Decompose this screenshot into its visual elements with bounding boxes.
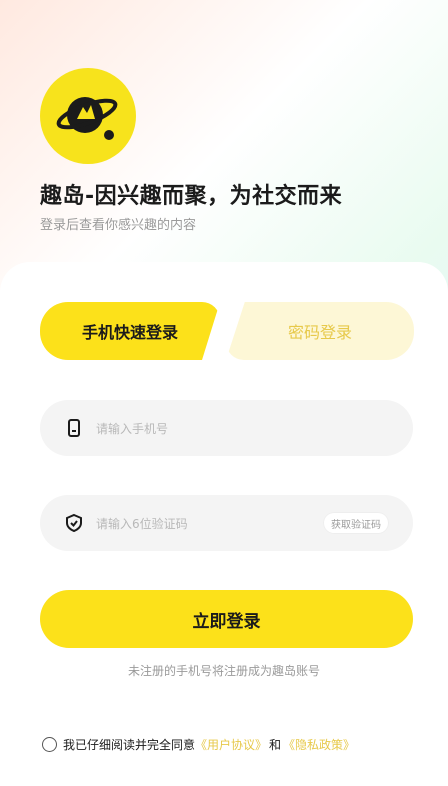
app-logo [40, 68, 136, 164]
phone-icon [68, 419, 80, 437]
planet-logo-icon [56, 97, 118, 140]
code-input[interactable] [94, 495, 338, 553]
slogan-subtitle: 登录后查看你感兴趣的内容 [40, 218, 197, 233]
phone-field [40, 400, 413, 458]
tab-password-login[interactable]: 密码登录 [226, 302, 414, 360]
code-field: 获取验证码 [40, 495, 413, 553]
tab-phone-login[interactable]: 手机快速登录 [40, 302, 220, 360]
register-hint: 未注册的手机号将注册成为趣岛账号 [127, 664, 320, 678]
get-code-button[interactable]: 获取验证码 [323, 512, 389, 534]
agreement-row: 我已仔细阅读并完全同意 《用户协议》 和 《隐私政策》 [42, 736, 355, 753]
agreement-radio[interactable] [42, 737, 57, 752]
slogan-title: 趣岛-因兴趣而聚，为社交而来 [40, 184, 343, 209]
agreement-prefix: 我已仔细阅读并完全同意 [63, 738, 196, 752]
phone-input[interactable] [94, 400, 338, 458]
user-agreement-link[interactable]: 《用户协议》 [195, 736, 267, 753]
agreement-and: 和 [269, 738, 282, 752]
login-button[interactable]: 立即登录 [40, 590, 413, 648]
privacy-policy-link[interactable]: 《隐私政策》 [283, 736, 355, 753]
shield-icon [66, 513, 82, 533]
